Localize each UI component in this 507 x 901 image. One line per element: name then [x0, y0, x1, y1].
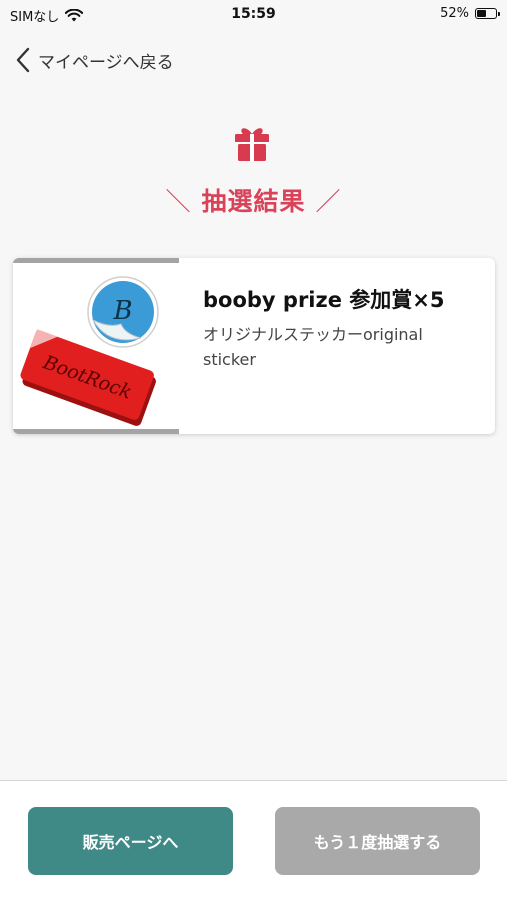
- prize-description: オリジナルステッカーoriginal sticker: [203, 325, 423, 369]
- prize-card: B BootRock booby prize 参加賞×5 オリジナルステッカーo…: [13, 258, 495, 434]
- result-title: 抽選結果: [201, 187, 306, 216]
- image-bar-top: [13, 258, 179, 263]
- svg-text:B: B: [112, 296, 132, 326]
- back-to-mypage-link[interactable]: マイページへ戻る: [16, 44, 174, 76]
- draw-again-button[interactable]: もう１度抽選する: [275, 807, 480, 875]
- result-heading: ＼ 抽選結果 ／: [0, 182, 507, 218]
- status-bar: SIMなし 15:59 52%: [0, 0, 507, 30]
- footer-bar: 販売ページへ もう１度抽選する: [0, 780, 507, 901]
- status-right: 52%: [440, 6, 500, 21]
- battery-icon: [475, 8, 500, 19]
- sales-page-button[interactable]: 販売ページへ: [28, 807, 233, 875]
- battery-fill: [477, 10, 486, 17]
- slash-decoration-left: ＼: [165, 187, 192, 216]
- slash-decoration-right: ／: [315, 187, 342, 216]
- sticker-illustration: B BootRock: [20, 276, 159, 426]
- image-bar-bottom: [13, 429, 179, 434]
- back-link-label: マイページへ戻る: [38, 52, 174, 73]
- battery-percent: 52%: [440, 6, 469, 21]
- sticker-image: B BootRock: [13, 258, 179, 434]
- chevron-left-icon: [16, 47, 30, 73]
- prize-name: booby prize 参加賞×5: [203, 288, 445, 312]
- gift-icon: [235, 128, 269, 161]
- clock: 15:59: [231, 6, 276, 22]
